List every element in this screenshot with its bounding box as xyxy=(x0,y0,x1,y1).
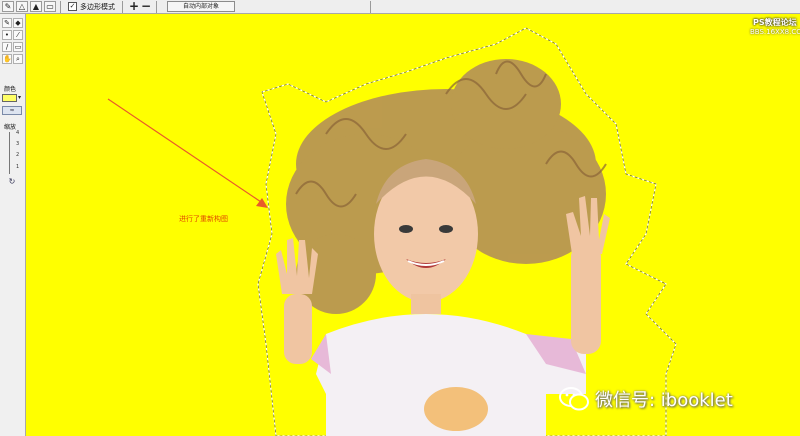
color-label: 颜色 xyxy=(4,86,17,93)
auto-object-button[interactable]: 自动内部对象 xyxy=(167,1,235,12)
brush-icon[interactable]: ✎ xyxy=(2,18,12,28)
slider-tick: 1 xyxy=(16,164,20,170)
eraser-icon[interactable]: ▭ xyxy=(44,1,56,12)
toolbar-divider xyxy=(156,1,157,13)
annotation-caption: 进行了重新构图 xyxy=(179,215,228,223)
pencil-icon[interactable]: ⁄ xyxy=(13,30,23,40)
paintbrush-icon[interactable]: / xyxy=(2,42,12,52)
zoom-label: 缩放 xyxy=(4,124,17,131)
magnetic-lasso-icon[interactable]: ▲ xyxy=(30,1,42,12)
hand-icon[interactable]: ✋ xyxy=(2,54,12,64)
toolbar-divider xyxy=(370,1,371,13)
multi-mode-checkbox[interactable]: ✓ xyxy=(68,2,77,11)
wechat-id-text: 微信号: ibooklet xyxy=(595,390,733,411)
wechat-watermark: 微信号: ibooklet xyxy=(559,386,733,412)
color-swatch[interactable] xyxy=(2,94,17,102)
subtract-button[interactable]: − xyxy=(141,0,151,13)
eraser-tool-icon[interactable]: ▭ xyxy=(13,42,23,52)
zoom-slider[interactable] xyxy=(9,132,10,174)
image-canvas[interactable]: 进行了重新构图 PS教程论坛 BBS.16XX8.COM 微信号: ibookl… xyxy=(26,14,800,436)
slider-tick: 4 xyxy=(16,130,20,136)
annotation-arrow xyxy=(107,98,265,205)
top-toolbar: ✎ △ ▲ ▭ ✓ 多边形模式 + − 自动内部对象 xyxy=(0,0,800,14)
slider-tick: 2 xyxy=(16,152,20,158)
fill-icon[interactable]: ◆ xyxy=(13,18,23,28)
tools-panel: ✎ ◆ • ⁄ / ▭ ✋ ⌕ 颜色 ▾ ≈ 缩放 4 3 2 1 ↻ xyxy=(0,14,26,436)
add-button[interactable]: + xyxy=(129,0,139,13)
chevron-down-icon[interactable]: ▾ xyxy=(18,94,21,101)
mode-toggle-button[interactable]: ≈ xyxy=(2,106,22,115)
reset-icon[interactable]: ↻ xyxy=(4,178,20,186)
lasso-icon[interactable]: ✎ xyxy=(2,1,14,12)
multi-mode-label: 多边形模式 xyxy=(80,3,115,11)
toolbar-divider xyxy=(122,1,123,13)
photo-illustration xyxy=(107,27,677,436)
watermark-url: BBS.16XX8.COM xyxy=(750,28,800,36)
watermark-title: PS教程论坛 xyxy=(753,18,797,27)
slider-tick: 3 xyxy=(16,141,20,147)
zoom-icon[interactable]: ⌕ xyxy=(13,54,23,64)
polygon-lasso-icon[interactable]: △ xyxy=(16,1,28,12)
toolbar-divider xyxy=(60,1,61,13)
eyedropper-icon[interactable]: • xyxy=(2,30,12,40)
wechat-icon xyxy=(559,387,589,411)
